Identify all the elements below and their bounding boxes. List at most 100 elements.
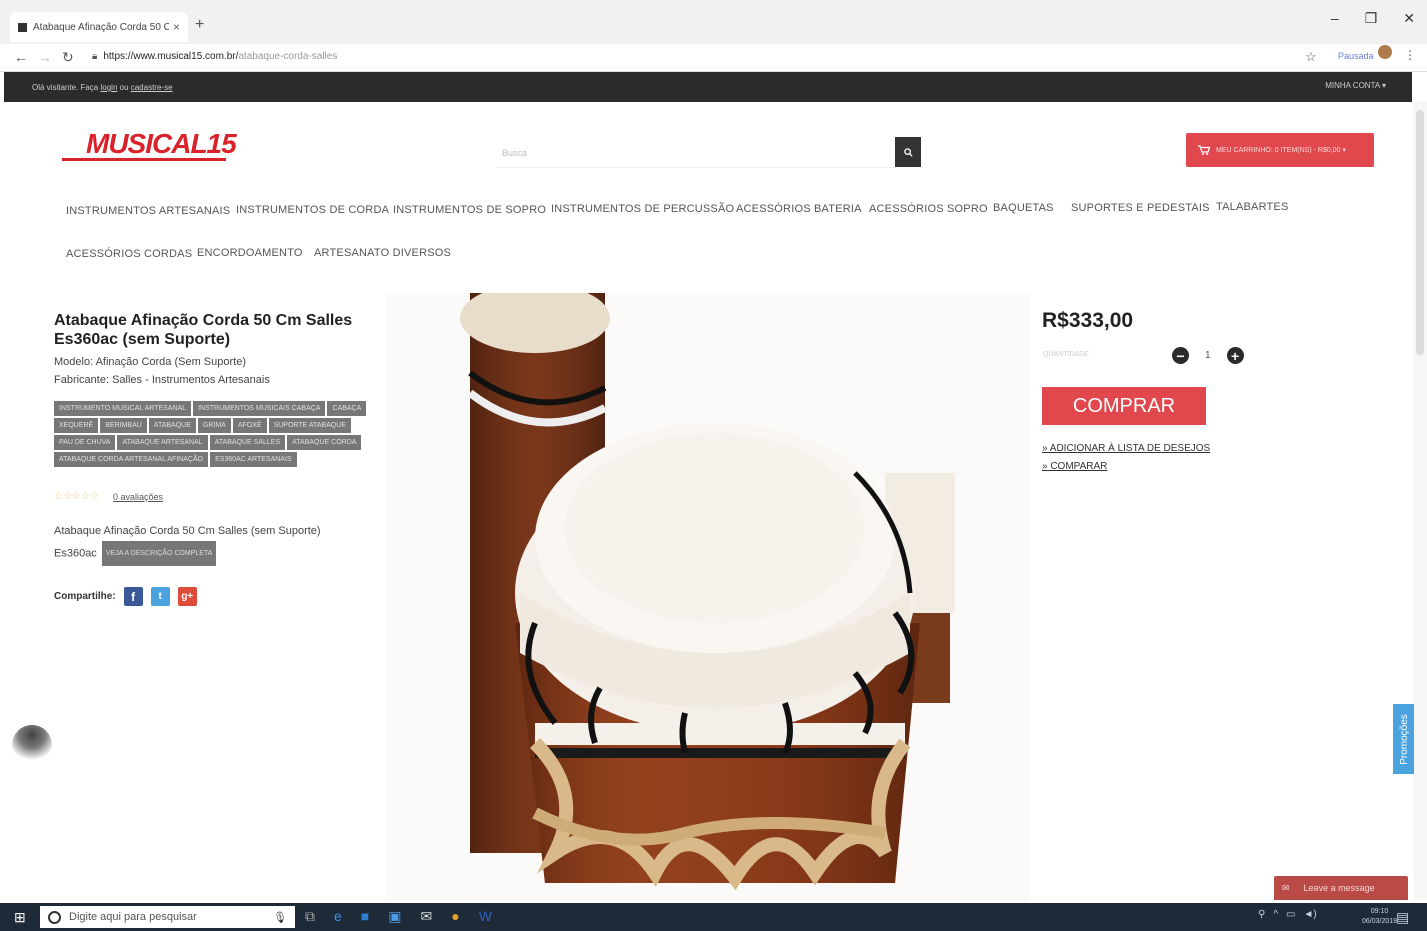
search-icon <box>903 147 913 157</box>
menu-item-encordoamento[interactable]: ENCORDOAMENTO <box>197 247 303 259</box>
tag-link[interactable]: INSTRUMENTO MUSICAL ARTESANAL <box>54 401 192 416</box>
leave-message-widget[interactable]: ✉ Leave a message <box>1274 876 1408 900</box>
tag-link[interactable]: ES360AC ARTESANAIS <box>210 452 297 467</box>
menu-item-instrumentos-artesanais[interactable]: INSTRUMENTOS ARTESANAIS <box>66 205 230 217</box>
menu-item-acessorios-sopro[interactable]: ACESSÓRIOS SOPRO <box>869 203 988 215</box>
greeting-or: ou <box>117 83 131 92</box>
share-label: Compartilhe: <box>54 591 116 602</box>
minimize-icon[interactable]: – <box>1331 10 1339 27</box>
product-tags: INSTRUMENTO MUSICAL ARTESANAL INSTRUMENT… <box>54 401 374 468</box>
minus-icon[interactable]: − <box>1172 347 1189 364</box>
tab-title: Atabaque Afinação Corda 50 Cr <box>33 21 169 33</box>
menu-item-artesanato-diversos[interactable]: ARTESANATO DIVERSOS <box>314 247 451 259</box>
login-link[interactable]: login <box>100 83 117 92</box>
volume-icon[interactable]: ◄) <box>1303 909 1316 920</box>
cart-button[interactable]: MEU CARRINHO: 0 ITEM(NS) - R$0,00 ▾ <box>1186 133 1374 167</box>
tag-link[interactable]: ATABAQUE <box>148 418 196 433</box>
bookmark-star-icon[interactable]: ☆ <box>1305 49 1317 65</box>
profile-label[interactable]: Pausada <box>1338 51 1374 61</box>
network-icon[interactable]: ▭ <box>1286 909 1295 920</box>
store-icon[interactable]: ▣ <box>388 908 401 925</box>
twitter-icon[interactable]: t <box>150 587 170 606</box>
notifications-icon[interactable]: ▤ <box>1396 909 1409 926</box>
quantity-value[interactable]: 1 <box>1205 350 1211 361</box>
new-tab-icon[interactable]: + <box>195 16 204 34</box>
tag-link[interactable]: AFOXÉ <box>232 418 267 433</box>
logo-text: MUSICAL15 <box>86 128 237 159</box>
menu-item-instrumentos-de-percussao[interactable]: INSTRUMENTOS DE PERCUSSÃO <box>551 203 734 215</box>
tag-link[interactable]: XEQUERÊ <box>54 418 99 433</box>
tray-expand-icon[interactable]: ^ <box>1273 909 1278 920</box>
tag-link[interactable]: BERIMBAU <box>100 418 147 433</box>
store-logo[interactable]: MUSICAL15 <box>62 128 237 164</box>
mail-app-icon[interactable]: ✉ <box>421 908 433 925</box>
google-plus-icon[interactable]: g+ <box>177 587 197 606</box>
scrollbar-thumb[interactable] <box>1416 110 1424 355</box>
add-to-wishlist-link[interactable]: » ADICIONAR À LISTA DE DESEJOS <box>1042 443 1210 454</box>
menu-item-suportes-e-pedestais[interactable]: SUPORTES E PEDESTAIS <box>1071 202 1210 214</box>
tag-link[interactable]: GRIMA <box>197 418 231 433</box>
microphone-icon[interactable]: 🎙︎ <box>273 911 287 924</box>
tag-link[interactable]: SUPORTE ATABAQUE <box>268 418 351 433</box>
plus-icon[interactable]: + <box>1226 347 1244 364</box>
leave-message-label: Leave a message <box>1303 883 1375 893</box>
quantity-label: QUANTIDADE <box>1043 351 1089 358</box>
cart-summary: MEU CARRINHO: 0 ITEM(NS) - R$0,00 ▾ <box>1216 147 1346 154</box>
menu-item-acessorios-cordas[interactable]: ACESSÓRIOS CORDAS <box>66 248 192 260</box>
compare-link[interactable]: » COMPARAR <box>1042 461 1107 472</box>
browser-tab-strip: Atabaque Afinação Corda 50 Cr × + – ❐ ✕ <box>0 0 1427 44</box>
buy-button[interactable]: COMPRAR <box>1042 387 1206 425</box>
menu-item-instrumentos-de-sopro[interactable]: INSTRUMENTOS DE SOPRO <box>393 204 546 216</box>
favicon-icon <box>18 22 27 32</box>
system-tray: ⚲ ^ ▭ ◄) <box>1258 909 1317 920</box>
chrome-icon[interactable]: ● <box>451 908 459 925</box>
search-input[interactable]: Busca <box>496 138 896 168</box>
back-icon[interactable]: ← <box>14 49 28 65</box>
browser-tab[interactable]: Atabaque Afinação Corda 50 Cr × <box>10 12 188 42</box>
my-account-menu[interactable]: MINHA CONTA ▾ <box>1325 81 1386 90</box>
search-button[interactable] <box>895 137 921 167</box>
short-description: Atabaque Afinação Corda 50 Cm Salles (se… <box>54 522 354 566</box>
reload-icon[interactable]: ↻ <box>62 49 74 66</box>
product-actions: » ADICIONAR À LISTA DE DESEJOS » COMPARA… <box>1042 440 1210 476</box>
menu-item-acessorios-bateria[interactable]: ACESSÓRIOS BATERIA <box>736 203 862 215</box>
product-image[interactable] <box>385 293 1030 901</box>
people-icon[interactable]: ⚲ <box>1258 909 1265 920</box>
tag-link[interactable]: INSTRUMENTOS MUSICAIS CABAÇA <box>193 401 326 416</box>
tag-link[interactable]: PAU DE CHUVA <box>54 435 116 450</box>
tag-link[interactable]: ATABAQUE CORDA <box>287 435 362 450</box>
taskbar-apps: ⧉ e ■ ▣ ✉ ● W <box>305 908 492 925</box>
task-view-icon[interactable]: ⧉ <box>305 908 315 925</box>
taskbar-search-input[interactable]: Digite aqui para pesquisar 🎙︎ <box>40 906 295 928</box>
taskbar-clock[interactable]: 09:10 06/03/2019 <box>1362 907 1397 927</box>
windows-start-icon[interactable]: ⊞ <box>14 909 26 926</box>
promotions-tab[interactable]: Promoções <box>1393 704 1415 774</box>
avatar[interactable] <box>1378 45 1392 59</box>
tag-link[interactable]: ATABAQUE SALLES <box>209 435 286 450</box>
close-window-icon[interactable]: ✕ <box>1403 10 1415 27</box>
url-field[interactable]: 🔒︎ https://www.musical15.com.br/atabaque-… <box>92 51 337 62</box>
facebook-icon[interactable]: f <box>123 587 143 606</box>
tag-link[interactable]: ATABAQUE ARTESANAL <box>117 435 208 450</box>
edge-icon[interactable]: e <box>334 908 342 925</box>
product-price: R$333,00 <box>1042 309 1134 332</box>
tag-link[interactable]: CABAÇA <box>327 401 367 416</box>
greeting: Olá visitante. Faça login ou cadastre-se <box>32 83 173 92</box>
share-bar: Compartilhe: f t g+ <box>54 587 197 606</box>
menu-item-instrumentos-de-corda[interactable]: INSTRUMENTOS DE CORDA <box>236 204 389 216</box>
word-icon[interactable]: W <box>479 908 492 925</box>
product-model: Modelo: Afinação Corda (Sem Suporte) <box>54 356 246 368</box>
tag-link[interactable]: ATABAQUE CORDA ARTESANAL AFINAÇÃO <box>54 452 209 467</box>
register-link[interactable]: cadastre-se <box>131 83 173 92</box>
reviews-link[interactable]: 0 avaliações <box>113 492 163 502</box>
menu-kebab-icon[interactable]: ⋮ <box>1404 48 1416 62</box>
quantity-stepper: − 1 + <box>1172 347 1244 364</box>
file-explorer-icon[interactable]: ■ <box>361 908 369 925</box>
menu-item-talabartes[interactable]: TALABARTES <box>1216 201 1289 213</box>
full-description-button[interactable]: VEJA A DESCRIÇÃO COMPLETA <box>101 541 217 566</box>
forward-icon[interactable]: → <box>38 49 52 65</box>
star-rating-icon[interactable]: ☆☆☆☆☆ <box>54 491 99 502</box>
menu-item-baquetas[interactable]: BAQUETAS <box>993 202 1054 214</box>
restore-icon[interactable]: ❐ <box>1365 10 1378 27</box>
close-icon[interactable]: × <box>173 20 180 34</box>
